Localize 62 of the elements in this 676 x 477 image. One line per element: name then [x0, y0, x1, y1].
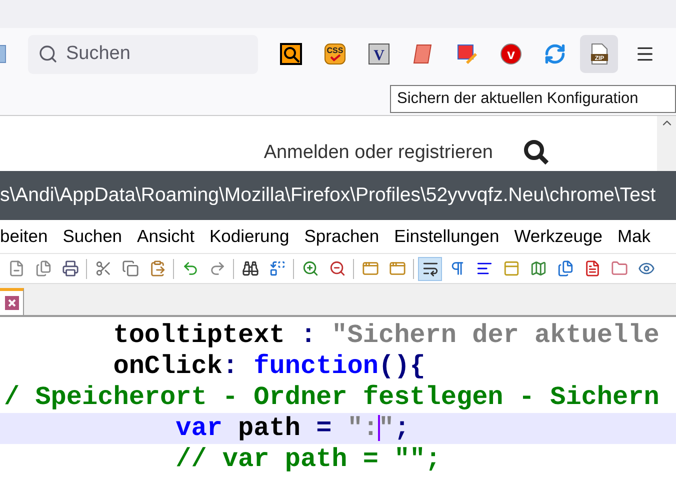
tooltip: Sichern der aktuellen Konfiguration: [390, 85, 676, 113]
map-icon: [530, 260, 546, 277]
menu-item[interactable]: Suchen: [62, 226, 122, 247]
document-icon: [584, 260, 600, 277]
window-title: s\Andi\AppData\Roaming\Mozilla\Firefox\Profiles\52yvvqfz.Neu\chrome\Test: [0, 171, 676, 220]
code-comment: / Speicherort - Ordner festlegen - Sichern: [4, 382, 660, 412]
search-icon: [38, 44, 58, 64]
code-editor[interactable]: tooltiptext : "Sichern der aktuelle onClick: function(){ / Speicherort - Ordner festlegen - Sichern var path = ":"; // var path = "";: [0, 317, 676, 477]
scrollbar[interactable]: [657, 116, 676, 171]
menu-item[interactable]: Einstellungen: [394, 226, 500, 247]
code-keyword: var: [174, 413, 222, 443]
window-icon: [362, 260, 378, 277]
eye-icon: [638, 260, 654, 277]
extension-button[interactable]: V: [360, 35, 398, 73]
toolbar-button[interactable]: [418, 256, 442, 280]
zoom-out-icon: [328, 260, 346, 277]
menu-item[interactable]: Ansicht: [137, 226, 194, 247]
window-icon: [388, 260, 406, 277]
search-icon[interactable]: [523, 139, 549, 165]
code-text: tooltiptext: [112, 320, 285, 350]
documents-icon: [556, 260, 574, 277]
document-icon: [8, 260, 24, 277]
search-field[interactable]: Suchen: [28, 34, 258, 74]
menu-item[interactable]: Sprachen: [304, 226, 380, 247]
copy-icon: [122, 260, 138, 277]
code-comment: // var path = "";: [174, 444, 441, 474]
code-operator: :: [299, 320, 318, 350]
code-operator: =: [316, 413, 333, 443]
circle-icon: v: [500, 43, 522, 65]
undo-icon: [182, 260, 198, 277]
documents-icon: [34, 260, 52, 277]
extension-button[interactable]: v: [492, 35, 530, 73]
badge-icon: CSS: [324, 43, 346, 65]
zoom-in-icon: [302, 260, 318, 277]
printer-icon: [62, 260, 78, 277]
code-string: ": [378, 413, 394, 443]
code-operator: :: [222, 351, 240, 381]
scissors-icon: [94, 260, 112, 277]
file-tab[interactable]: [0, 288, 24, 315]
menu-item[interactable]: Werkzeuge: [514, 226, 602, 247]
extension-button[interactable]: CSS: [316, 35, 354, 73]
code-operator: ;: [394, 413, 410, 443]
folder-icon: [610, 260, 628, 277]
menu-item[interactable]: Kodierung: [209, 226, 290, 247]
panel-icon: [502, 260, 520, 277]
close-icon[interactable]: [4, 296, 18, 310]
code-text: onClick: [112, 351, 222, 381]
menu-item[interactable]: Mak: [617, 226, 650, 247]
menu-item[interactable]: beiten: [0, 226, 48, 247]
code-operator: (){: [378, 351, 426, 381]
code-keyword: function: [254, 351, 378, 381]
letter-icon: V: [368, 43, 390, 65]
code-string: "Sichern der aktuelle: [332, 320, 660, 350]
login-link[interactable]: Anmelden oder registrieren: [264, 142, 493, 171]
paste-icon: [148, 260, 166, 277]
indent-guide-icon: [476, 260, 492, 277]
replace-icon: [268, 260, 286, 277]
wrap-text-icon: [422, 260, 438, 277]
code-string: ":: [347, 413, 378, 443]
binoculars-icon: [242, 260, 258, 277]
redo-icon: [208, 260, 226, 277]
code-text: path: [237, 413, 302, 443]
